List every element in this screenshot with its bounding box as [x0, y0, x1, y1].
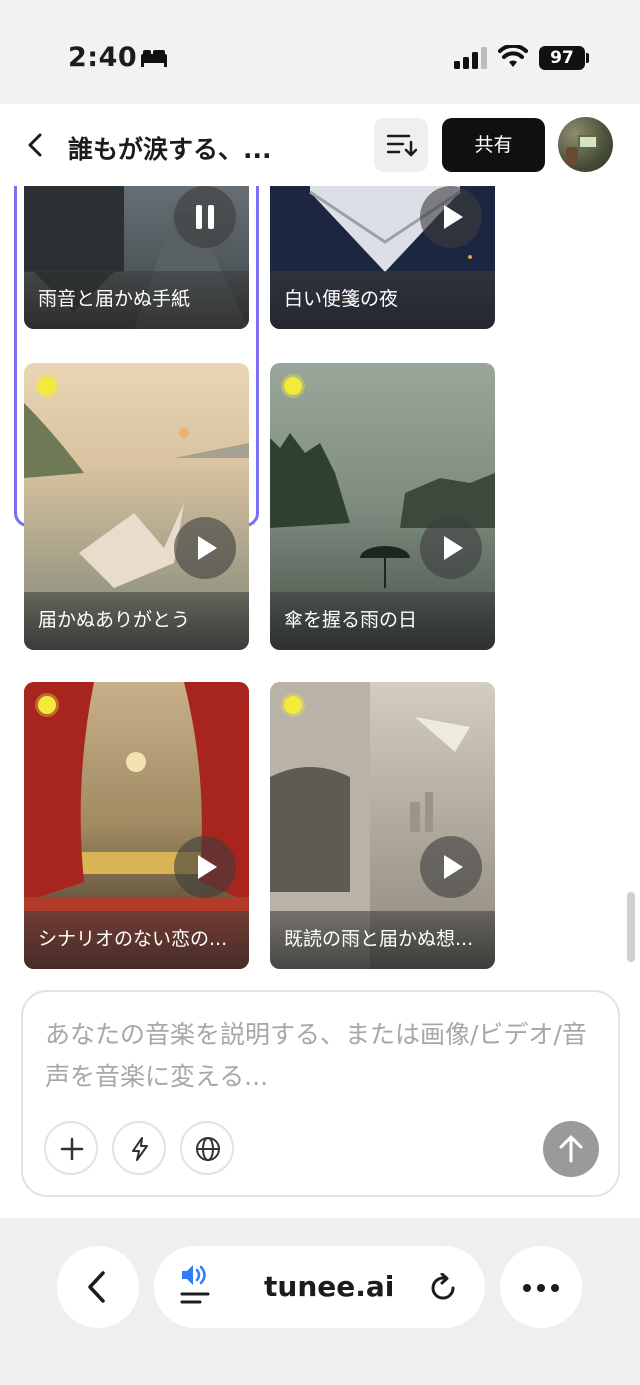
battery-indicator: 97: [539, 46, 585, 70]
song-title: 届かぬありがとう: [38, 609, 191, 631]
card-caption: 白い便箋の夜: [270, 271, 495, 329]
sort-button[interactable]: [374, 118, 428, 172]
send-button[interactable]: [543, 1121, 599, 1177]
song-card[interactable]: 雨音と届かぬ手紙: [24, 186, 249, 329]
play-button[interactable]: [420, 836, 482, 898]
share-button[interactable]: 共有: [442, 118, 545, 172]
browser-toolbar: tunee.ai: [0, 1218, 640, 1385]
song-title: 既読の雨と届かぬ想...: [284, 928, 474, 950]
song-card[interactable]: 既読の雨と届かぬ想...: [270, 682, 495, 969]
song-title: 傘を握る雨の日: [284, 609, 418, 631]
new-indicator-dot: [284, 696, 302, 714]
song-title: 雨音と届かぬ手紙: [38, 288, 191, 310]
back-chevron-icon: [88, 1271, 105, 1303]
more-options-button[interactable]: [500, 1246, 582, 1328]
arrow-up-icon: [559, 1135, 583, 1163]
new-indicator-dot: [38, 696, 56, 714]
ellipsis-icon: [523, 1284, 559, 1292]
app-header: 誰もが涙する、... 共有: [0, 104, 640, 186]
play-button[interactable]: [420, 186, 482, 248]
browser-back-button[interactable]: [57, 1246, 139, 1328]
page-title: 誰もが涙する、...: [68, 135, 272, 164]
quick-mode-button[interactable]: [112, 1121, 166, 1175]
battery-cap: [586, 53, 589, 63]
back-chevron-icon[interactable]: [24, 132, 48, 158]
play-button[interactable]: [174, 836, 236, 898]
play-button[interactable]: [174, 517, 236, 579]
app-screen: 2:40 97 誰もが涙する、... 共有 雨音と届かぬ手紙 白い便箋の夜 届か…: [0, 0, 640, 1385]
card-caption: 傘を握る雨の日: [270, 592, 495, 650]
song-card[interactable]: 届かぬありがとう: [24, 363, 249, 650]
song-card[interactable]: シナリオのない恋の...: [24, 682, 249, 969]
song-title: 白い便箋の夜: [284, 288, 399, 310]
url-text: tunee.ai: [264, 1270, 395, 1303]
reload-icon[interactable]: [429, 1273, 459, 1303]
play-icon: [444, 205, 463, 229]
sleep-focus-icon: [141, 50, 167, 67]
language-button[interactable]: [180, 1121, 234, 1175]
avatar-detail: [566, 147, 578, 165]
address-bar[interactable]: tunee.ai: [154, 1246, 485, 1328]
avatar-detail: [578, 135, 598, 149]
card-caption: 届かぬありがとう: [24, 592, 249, 650]
avatar[interactable]: [558, 117, 613, 172]
play-icon: [198, 536, 217, 560]
status-time: 2:40: [68, 42, 138, 73]
wifi-icon: [498, 45, 528, 67]
pause-icon: [196, 205, 214, 229]
status-bar: 2:40 97: [0, 0, 640, 104]
cellular-signal-icon: [454, 47, 487, 69]
song-title: シナリオのない恋の...: [38, 928, 228, 950]
pause-button[interactable]: [174, 186, 236, 248]
play-button[interactable]: [420, 517, 482, 579]
song-grid: 雨音と届かぬ手紙 白い便箋の夜 届かぬありがとう 傘を握る雨の日 シナリオのない…: [0, 186, 640, 986]
card-caption: 既読の雨と届かぬ想...: [270, 911, 495, 969]
prompt-composer[interactable]: あなたの音楽を説明する、または画像/ビデオ/音声を音楽に変える...: [21, 990, 620, 1197]
globe-icon: [196, 1137, 220, 1161]
sort-icon: [387, 134, 417, 157]
play-icon: [198, 855, 217, 879]
audio-playing-icon: [180, 1265, 210, 1304]
plus-icon: [60, 1137, 84, 1161]
add-attachment-button[interactable]: [44, 1121, 98, 1175]
card-caption: 雨音と届かぬ手紙: [24, 271, 249, 329]
play-icon: [444, 536, 463, 560]
play-icon: [444, 855, 463, 879]
prompt-input[interactable]: あなたの音楽を説明する、または画像/ビデオ/音声を音楽に変える...: [45, 1014, 605, 1098]
song-card[interactable]: 白い便箋の夜: [270, 186, 495, 329]
lightning-icon: [132, 1137, 148, 1161]
scrollbar[interactable]: [627, 892, 635, 962]
card-caption: シナリオのない恋の...: [24, 911, 249, 969]
new-indicator-dot: [38, 377, 56, 395]
new-indicator-dot: [284, 377, 302, 395]
song-card[interactable]: 傘を握る雨の日: [270, 363, 495, 650]
